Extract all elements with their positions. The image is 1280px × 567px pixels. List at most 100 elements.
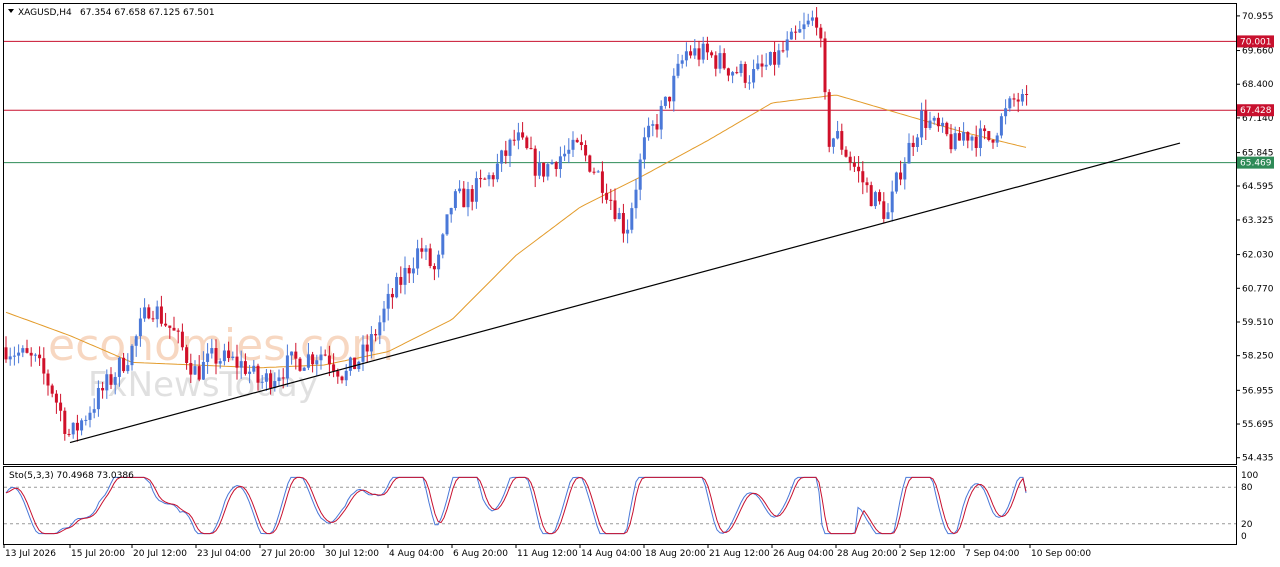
- candle-bull: [117, 357, 121, 377]
- candle-bear: [878, 192, 882, 202]
- candle-bull: [285, 355, 289, 379]
- candle-bear: [609, 199, 613, 201]
- x-tick-label: 15 Jul 20:00: [71, 549, 125, 559]
- candle-bull: [747, 82, 751, 84]
- candle-bear: [974, 136, 978, 148]
- candle-bull: [248, 371, 252, 374]
- candle-bull: [134, 336, 138, 346]
- candle-bull: [306, 354, 310, 368]
- candle-bear: [432, 266, 436, 270]
- candle-bear: [336, 371, 340, 377]
- candle-bear: [294, 351, 298, 359]
- x-tick-label: 2 Sep 12:00: [901, 549, 956, 559]
- candle-bear: [521, 132, 525, 138]
- candle-bull: [416, 248, 420, 269]
- candle-bull: [277, 377, 281, 382]
- candle-bull: [386, 293, 390, 309]
- candle-bear: [42, 358, 46, 374]
- x-tick-label: 4 Aug 04:00: [389, 549, 444, 559]
- candle-bull: [96, 388, 100, 410]
- candle-bull: [651, 124, 655, 126]
- candle-bear: [374, 334, 378, 336]
- candle-bear: [575, 139, 579, 143]
- candle-bull: [319, 354, 323, 361]
- candle-bear: [256, 365, 260, 383]
- y-tick-label: 62.030: [1242, 251, 1274, 261]
- candle-bear: [689, 51, 693, 56]
- candle-bull: [571, 139, 575, 150]
- candle-bear: [1016, 99, 1020, 102]
- candle-bear: [714, 55, 718, 69]
- candle-bear: [542, 162, 546, 177]
- candle-bear: [983, 128, 987, 132]
- candle-bull: [932, 117, 936, 121]
- candle-bear: [848, 156, 852, 163]
- candle-bull: [672, 75, 676, 102]
- candle-bull: [361, 344, 365, 362]
- candle-bull: [264, 373, 268, 382]
- candle-bull: [474, 178, 478, 202]
- candle-bull: [789, 31, 793, 40]
- candle-bull: [239, 361, 243, 368]
- candle-bull: [92, 409, 96, 413]
- candle-bull: [806, 20, 810, 25]
- candle-bear: [882, 201, 886, 219]
- x-tick-label: 20 Jul 12:00: [133, 549, 187, 559]
- stoch-tick-label: 80: [1241, 483, 1253, 493]
- candle-bear: [605, 192, 609, 200]
- candle-bull: [424, 248, 428, 252]
- candle-bull: [739, 64, 743, 73]
- y-tick-label: 59.510: [1242, 318, 1274, 328]
- candle-bull: [71, 422, 75, 435]
- stoch-tick-label: 100: [1241, 471, 1258, 481]
- candle-bear: [794, 31, 798, 33]
- candle-bull: [487, 175, 491, 180]
- candle-bear: [298, 358, 302, 371]
- ohlc-readout: 67.354 67.658 67.125 67.501: [80, 8, 215, 18]
- candle-bear: [966, 132, 970, 141]
- candle-bull: [995, 135, 999, 143]
- candle-bull: [382, 308, 386, 323]
- candle-bear: [159, 306, 163, 324]
- candle-bear: [147, 307, 151, 319]
- candle-bull: [33, 354, 37, 356]
- candle-bear: [735, 72, 739, 74]
- candle-bear: [861, 171, 865, 183]
- candle-bull: [508, 139, 512, 156]
- candle-bear: [323, 354, 327, 356]
- candle-bear: [75, 422, 79, 431]
- candle-bear: [949, 134, 953, 150]
- candle-bear: [773, 51, 777, 65]
- candle-bear: [281, 377, 285, 379]
- candle-bear: [122, 357, 126, 372]
- candle-bear: [865, 182, 869, 186]
- candle-bear: [945, 122, 949, 135]
- candle-bear: [924, 110, 928, 128]
- x-tick-label: 18 Aug 20:00: [645, 549, 706, 559]
- candle-bear: [957, 133, 961, 141]
- candle-bull: [831, 138, 835, 147]
- candle-bull: [445, 214, 449, 235]
- candle-bear: [227, 350, 231, 359]
- candle-bear: [584, 144, 588, 156]
- candle-bear: [185, 347, 189, 363]
- candle-bull: [126, 365, 130, 372]
- candle-bear: [59, 402, 63, 411]
- candle-bull: [21, 348, 25, 353]
- stochastic-frame: [3, 466, 1237, 545]
- candle-bear: [588, 155, 592, 172]
- candle-bull: [941, 122, 945, 127]
- candle-bull: [731, 72, 735, 76]
- candle-bear: [621, 213, 625, 234]
- candle-bear: [483, 178, 487, 180]
- candle-bull: [630, 208, 634, 230]
- candle-bear: [353, 357, 357, 370]
- symbol-label: XAGUSD,H4: [18, 8, 72, 18]
- candle-bear: [399, 277, 403, 285]
- candle-bear: [462, 188, 466, 208]
- candle-bull: [836, 131, 840, 139]
- candle-bear: [823, 38, 827, 93]
- stochastic-label: Sto(5,3,3) 70.4968 73.0386: [9, 471, 134, 481]
- candle-bear: [180, 331, 184, 348]
- candle-bull: [1008, 98, 1012, 109]
